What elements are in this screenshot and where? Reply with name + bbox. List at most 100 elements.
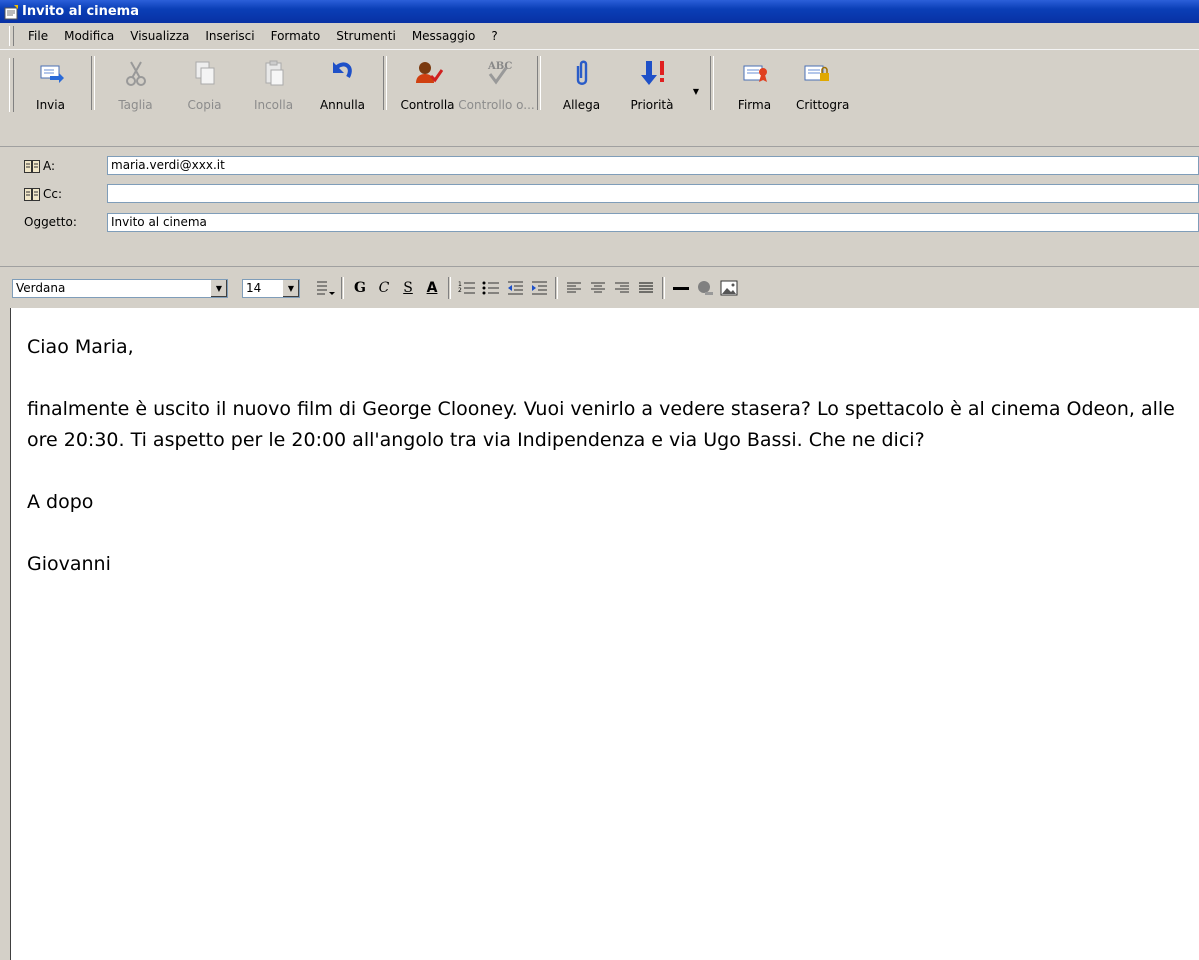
paragraph-style-button[interactable]: [314, 277, 336, 299]
address-book-icon: [24, 159, 40, 173]
undo-label: Annulla: [319, 98, 366, 112]
increase-indent-icon: [532, 281, 547, 295]
menu-strumenti[interactable]: Strumenti: [328, 25, 404, 47]
justify-icon: [639, 282, 653, 293]
paste-label: Incolla: [253, 98, 294, 112]
menu-inserisci[interactable]: Inserisci: [197, 25, 262, 47]
to-label: A:: [43, 159, 56, 173]
send-label: Invia: [36, 98, 65, 112]
to-label-wrapper[interactable]: A:: [0, 159, 124, 173]
increase-indent-button[interactable]: [528, 277, 550, 299]
font-select[interactable]: Verdana ▼: [12, 278, 228, 298]
bullet-list-button[interactable]: [480, 277, 502, 299]
check-names-label: Controlla: [400, 98, 455, 112]
svg-text:ABC: ABC: [487, 61, 512, 72]
menu-messaggio[interactable]: Messaggio: [404, 25, 484, 47]
to-field[interactable]: maria.verdi@xxx.it: [107, 156, 1199, 175]
italic-button[interactable]: C: [373, 277, 395, 299]
compose-mail-icon: [4, 4, 18, 19]
address-book-icon: [24, 187, 40, 201]
attach-label: Allega: [562, 98, 601, 112]
insert-image-button[interactable]: [718, 277, 740, 299]
check-names-icon: [415, 62, 443, 83]
copy-button[interactable]: Copia: [170, 50, 239, 116]
bullet-list-icon: [482, 281, 499, 295]
menu-file[interactable]: File: [20, 25, 56, 47]
chevron-down-icon[interactable]: ▼: [210, 279, 227, 297]
send-icon: [40, 65, 64, 83]
decrease-indent-button[interactable]: [504, 277, 526, 299]
align-right-button[interactable]: [611, 277, 633, 299]
bold-button[interactable]: G: [349, 277, 371, 299]
menu-grip[interactable]: [9, 26, 14, 46]
cc-field[interactable]: [107, 184, 1199, 203]
encrypt-icon: [804, 65, 829, 81]
copy-label: Copia: [187, 98, 222, 112]
cut-button[interactable]: Taglia: [101, 50, 170, 116]
attach-button[interactable]: Allega: [547, 50, 616, 116]
undo-icon: [332, 62, 352, 78]
check-names-button[interactable]: Controlla: [393, 50, 462, 116]
priority-button[interactable]: Priorità: [616, 50, 688, 116]
align-left-icon: [567, 282, 581, 293]
message-body[interactable]: Ciao Maria, finalmente è uscito il nuovo…: [10, 308, 1199, 960]
priority-label: Priorità: [630, 98, 674, 112]
body-closing: A dopo: [27, 491, 94, 513]
decrease-indent-icon: [508, 281, 523, 295]
format-separator: [341, 277, 344, 299]
format-separator: [662, 277, 665, 299]
undo-button[interactable]: Annulla: [308, 50, 377, 116]
horizontal-line-button[interactable]: [670, 277, 692, 299]
spell-check-label: Controllo o...: [458, 98, 535, 112]
menu-help[interactable]: ?: [483, 25, 505, 47]
sign-label: Firma: [737, 98, 772, 112]
menu-visualizza[interactable]: Visualizza: [122, 25, 197, 47]
align-right-icon: [615, 282, 629, 293]
insert-link-button[interactable]: [694, 277, 716, 299]
justify-button[interactable]: [635, 277, 657, 299]
body-greeting: Ciao Maria,: [27, 336, 134, 358]
cc-label-wrapper[interactable]: Cc:: [0, 187, 124, 201]
horizontal-line-icon: [673, 287, 689, 290]
menu-formato[interactable]: Formato: [263, 25, 329, 47]
subject-field[interactable]: Invito al cinema: [107, 213, 1199, 232]
size-value: 14: [246, 280, 262, 295]
toolbar-grip[interactable]: [9, 58, 14, 112]
font-color-button[interactable]: A: [421, 277, 443, 299]
encrypt-button[interactable]: Crittogra: [789, 50, 851, 116]
sign-button[interactable]: Firma: [720, 50, 789, 116]
paperclip-icon: [576, 60, 587, 85]
underline-button[interactable]: S: [397, 277, 419, 299]
menu-modifica[interactable]: Modifica: [56, 25, 122, 47]
spell-check-icon: ABC: [487, 61, 512, 85]
format-separator: [555, 277, 558, 299]
format-toolbar: Verdana ▼ 14 ▼ G C S A 12: [0, 266, 1199, 309]
align-left-button[interactable]: [563, 277, 585, 299]
toolbar-separator: [537, 56, 541, 110]
font-value: Verdana: [16, 280, 66, 295]
image-icon: [720, 280, 738, 296]
main-toolbar: Invia Taglia Copia Incolla Annulla Contr…: [0, 50, 1199, 147]
title-bar: Invito al cinema: [0, 0, 1199, 23]
send-button[interactable]: Invia: [16, 50, 85, 116]
cut-label: Taglia: [118, 98, 153, 112]
numbered-list-button[interactable]: 12: [456, 277, 478, 299]
align-center-button[interactable]: [587, 277, 609, 299]
priority-dropdown-arrow[interactable]: ▼: [688, 50, 704, 116]
spell-check-button[interactable]: ABC Controllo o...: [458, 50, 534, 116]
svg-text:2: 2: [458, 287, 462, 294]
priority-icon: [641, 61, 664, 85]
subject-label: Oggetto:: [24, 215, 77, 229]
window-title: Invito al cinema: [22, 4, 139, 19]
paste-button[interactable]: Incolla: [239, 50, 308, 116]
cc-label: Cc:: [43, 187, 63, 201]
globe-link-icon: [698, 281, 713, 295]
format-separator: [448, 277, 451, 299]
size-select[interactable]: 14 ▼: [242, 278, 300, 298]
paragraph-style-icon: [317, 281, 335, 295]
chevron-down-icon[interactable]: ▼: [282, 279, 299, 297]
toolbar-separator: [710, 56, 714, 110]
cc-row: Cc:: [0, 183, 124, 205]
subject-row: Oggetto:: [0, 211, 124, 233]
paste-icon: [265, 60, 283, 86]
